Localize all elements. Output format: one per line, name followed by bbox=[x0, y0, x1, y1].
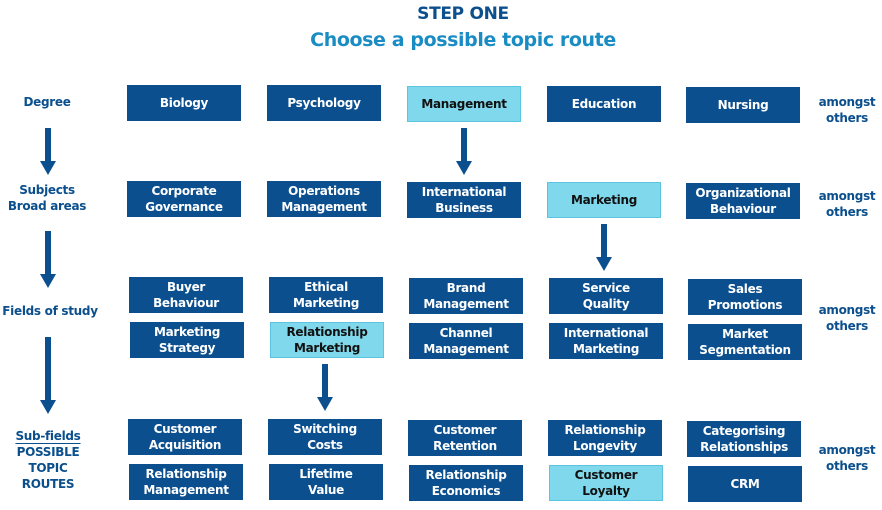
box-subject-organizational-behaviour[interactable]: Organizational Behaviour bbox=[686, 183, 800, 219]
box-field-market-segmentation[interactable]: Market Segmentation bbox=[688, 324, 802, 360]
box-field-ethical-marketing[interactable]: Ethical Marketing bbox=[269, 277, 383, 313]
box-field-marketing-strategy[interactable]: Marketing Strategy bbox=[130, 322, 244, 358]
box-subfield-crm[interactable]: CRM bbox=[688, 466, 802, 502]
level-label-fields: Fields of study bbox=[2, 304, 98, 318]
down-arrow-icon bbox=[40, 128, 56, 176]
box-field-channel-management[interactable]: Channel Management bbox=[409, 323, 523, 359]
level-label-subjects: Subjects Broad areas bbox=[7, 183, 87, 213]
down-arrow-icon bbox=[596, 224, 612, 272]
box-subject-international-business[interactable]: International Business bbox=[407, 182, 521, 218]
step-title: STEP ONE bbox=[417, 4, 509, 24]
box-subject-corporate-governance[interactable]: Corporate Governance bbox=[127, 181, 241, 217]
box-subject-marketing[interactable]: Marketing bbox=[547, 182, 661, 218]
box-degree-biology[interactable]: Biology bbox=[127, 85, 241, 121]
amongst-others-fields: amongst others bbox=[818, 303, 876, 333]
box-subfield-customer-retention[interactable]: Customer Retention bbox=[408, 420, 522, 456]
level-label-degree: Degree bbox=[23, 95, 71, 109]
amongst-others-degree: amongst others bbox=[818, 95, 876, 125]
down-arrow-icon bbox=[40, 231, 56, 289]
box-subject-operations-management[interactable]: Operations Management bbox=[267, 181, 381, 217]
amongst-others-subjects: amongst others bbox=[818, 189, 876, 219]
subfields-heading: Sub-fields bbox=[15, 429, 81, 443]
amongst-others-subfields: amongst others bbox=[818, 443, 876, 473]
box-field-relationship-marketing[interactable]: Relationship Marketing bbox=[270, 322, 384, 358]
box-degree-management[interactable]: Management bbox=[407, 86, 521, 122]
down-arrow-icon bbox=[40, 337, 56, 415]
box-degree-nursing[interactable]: Nursing bbox=[686, 87, 800, 123]
box-subfield-customer-acquisition[interactable]: Customer Acquisition bbox=[128, 419, 242, 455]
box-subfield-relationship-economics[interactable]: Relationship Economics bbox=[409, 465, 523, 501]
box-field-service-quality[interactable]: Service Quality bbox=[549, 278, 663, 314]
possible-topic-routes: POSSIBLE TOPIC ROUTES bbox=[16, 445, 80, 491]
box-degree-education[interactable]: Education bbox=[547, 86, 661, 122]
box-subfield-relationship-management[interactable]: Relationship Management bbox=[129, 464, 243, 500]
down-arrow-icon bbox=[456, 128, 472, 176]
box-field-international-marketing[interactable]: International Marketing bbox=[549, 323, 663, 359]
box-subfield-relationship-longevity[interactable]: Relationship Longevity bbox=[548, 420, 662, 456]
box-field-brand-management[interactable]: Brand Management bbox=[409, 278, 523, 314]
step-subtitle: Choose a possible topic route bbox=[310, 29, 616, 51]
box-subfield-categorising-relationships[interactable]: Categorising Relationships bbox=[687, 421, 801, 457]
level-label-subfields: Sub-fields POSSIBLE TOPIC ROUTES bbox=[0, 428, 96, 492]
box-degree-psychology[interactable]: Psychology bbox=[267, 85, 381, 121]
box-subfield-lifetime-value[interactable]: Lifetime Value bbox=[269, 464, 383, 500]
box-subfield-customer-loyalty[interactable]: Customer Loyalty bbox=[549, 465, 663, 501]
box-field-buyer-behaviour[interactable]: Buyer Behaviour bbox=[129, 277, 243, 313]
down-arrow-icon bbox=[317, 364, 333, 412]
box-subfield-switching-costs[interactable]: Switching Costs bbox=[268, 419, 382, 455]
box-field-sales-promotions[interactable]: Sales Promotions bbox=[688, 279, 802, 315]
